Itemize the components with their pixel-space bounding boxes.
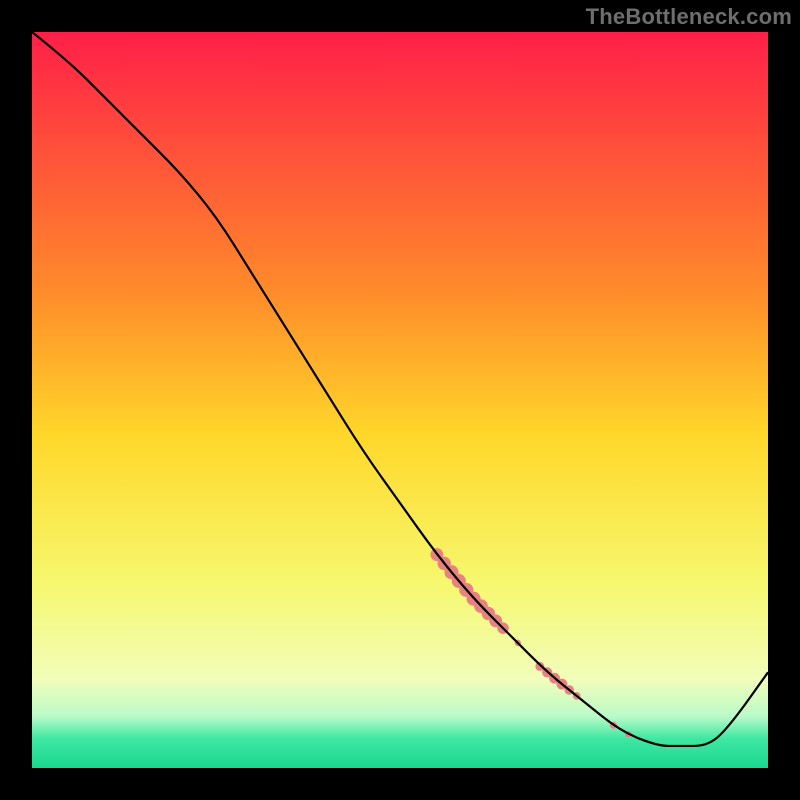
gradient-background — [32, 32, 768, 768]
plot-area — [32, 32, 768, 768]
watermark-label: TheBottleneck.com — [586, 4, 792, 30]
chart-svg — [32, 32, 768, 768]
chart-container: TheBottleneck.com — [0, 0, 800, 800]
